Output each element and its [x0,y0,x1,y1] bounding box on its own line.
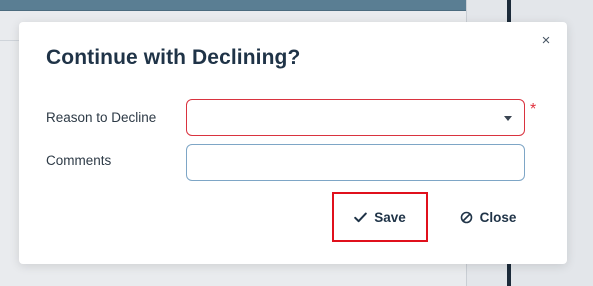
decline-dialog: Continue with Declining? × Reason to Dec… [19,22,567,264]
ban-icon [460,211,473,224]
required-asterisk: * [530,101,537,118]
comments-label: Comments [46,153,112,168]
reason-label: Reason to Decline [46,110,157,125]
close-button-label: Close [479,209,517,225]
background-header-bar [0,0,466,11]
comments-input[interactable] [186,144,525,181]
caret-down-icon [504,116,512,121]
close-button[interactable]: Close [449,202,527,232]
check-icon [354,212,368,223]
reason-select[interactable] [186,99,525,136]
dialog-close-icon[interactable]: × [538,33,554,49]
save-button[interactable]: Save [332,192,428,242]
save-button-content: Save [334,194,426,240]
dialog-title: Continue with Declining? [46,46,301,69]
close-button-content: Close [449,202,527,232]
save-button-label: Save [374,209,406,225]
